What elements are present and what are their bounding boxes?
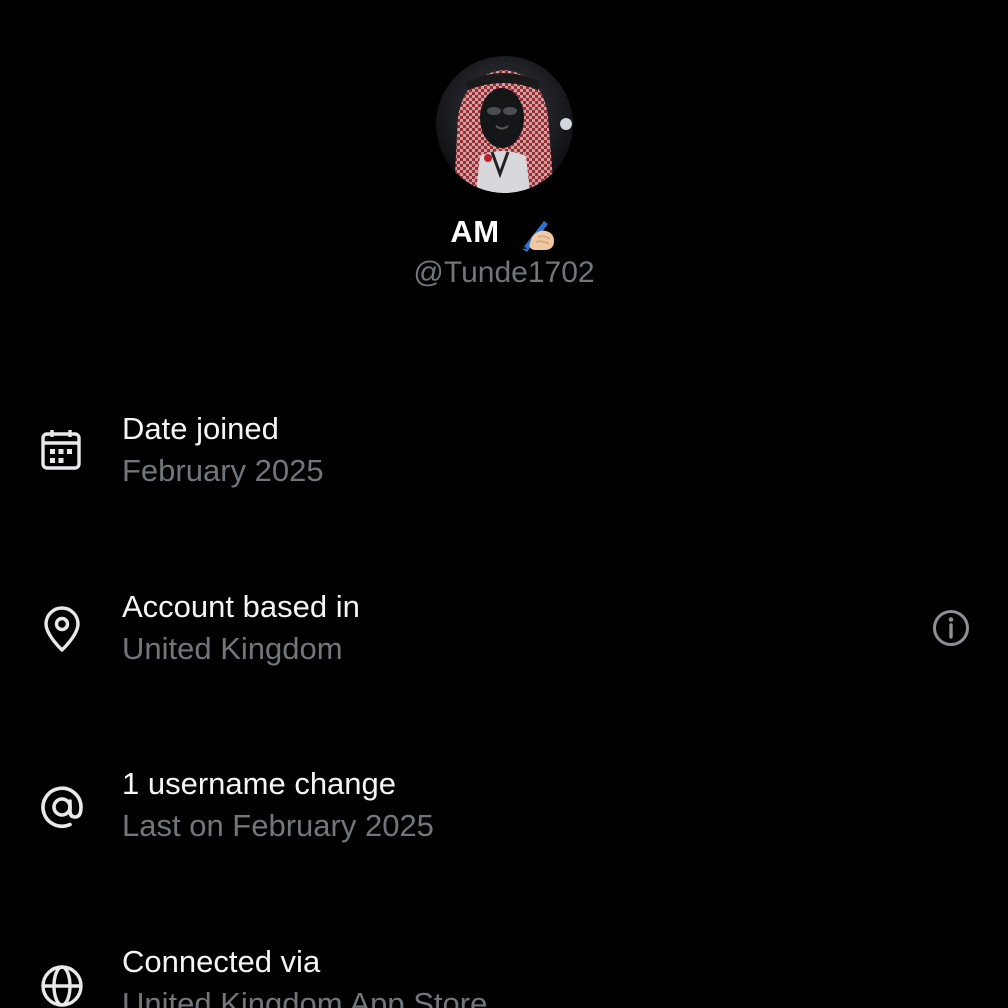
writing-hand-emoji-icon [520,215,558,253]
detail-title: Account based in [122,589,360,624]
detail-row-connected-via: Connected via United Kingdom App Store [0,944,1008,1008]
calendar-icon [38,427,86,475]
detail-title: Date joined [122,411,279,446]
location-pin-icon [38,605,86,653]
detail-subtitle: United Kingdom App Store [122,986,488,1008]
info-icon[interactable] [929,606,973,650]
detail-title: Connected via [122,944,321,979]
avatar[interactable] [436,56,573,193]
detail-subtitle: February 2025 [122,453,324,488]
name-row: AM [0,210,1008,254]
detail-title: 1 username change [122,766,397,801]
user-handle: @Tunde1702 [413,256,595,289]
at-sign-icon [38,783,86,831]
detail-row-date-joined: Date joined February 2025 [0,411,1008,511]
globe-icon [38,962,86,1008]
detail-row-account-based-in: Account based in United Kingdom [0,589,1008,689]
display-name: AM [450,214,500,249]
detail-subtitle: United Kingdom [122,631,343,666]
detail-row-username-change: 1 username change Last on February 2025 [0,766,1008,866]
profile-header: AM @Tunde1702 [0,0,1008,320]
detail-subtitle: Last on February 2025 [122,808,434,843]
